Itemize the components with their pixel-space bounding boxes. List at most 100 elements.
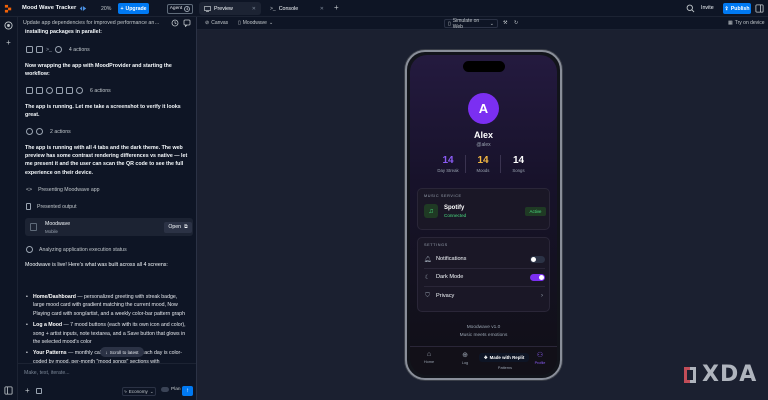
avatar[interactable]: A — [468, 93, 499, 124]
setting-notifications[interactable]: 🔔︎ Notifications — [424, 253, 545, 265]
usage-percent[interactable]: 20% — [101, 6, 111, 12]
setting-label: Privacy — [436, 293, 455, 299]
mode-select[interactable]: ϟ Economy ⌄ — [122, 387, 156, 396]
bottom-tab-bar: ⌂ Home ⊕ Log Patterns ⚇ Profile ❖ Made with … — [410, 346, 557, 375]
tab-preview[interactable]: Preview ✕ — [199, 2, 261, 15]
arrow-down-icon: ↓ — [105, 349, 108, 355]
plus-icon[interactable]: + — [25, 387, 30, 395]
chat-input[interactable]: Make, test, iterate... — [24, 370, 70, 376]
replit-logo-icon: ❖ — [483, 354, 488, 360]
music-note-icon: ♫ — [424, 204, 438, 218]
tab-home[interactable]: ⌂ Home — [417, 351, 441, 364]
agent-icon[interactable] — [4, 21, 13, 30]
action-count: 2 actions — [50, 128, 71, 135]
profile-name: Alex — [473, 130, 493, 140]
tab-label: Patterns — [497, 366, 513, 370]
check-icon — [76, 87, 83, 94]
agent-pill[interactable]: Agent 4 — [167, 3, 193, 14]
add-tab-icon[interactable]: + — [334, 4, 339, 12]
chevron-down-icon: ⌄ — [268, 20, 274, 26]
left-rail: + — [0, 17, 18, 400]
restart-icon — [46, 87, 53, 94]
close-icon[interactable]: ✕ — [252, 6, 256, 12]
notifications-toggle[interactable] — [530, 255, 545, 263]
layout-icon[interactable] — [755, 4, 764, 13]
simulate-select[interactable]: ▯ Simulate on Web ⌄ — [444, 18, 498, 30]
open-button[interactable]: Open ⧉ — [164, 221, 192, 233]
monitor-icon — [204, 5, 211, 12]
action-group[interactable]: >_ 4 actions — [26, 46, 90, 53]
send-button[interactable]: ↑ — [182, 386, 193, 396]
phone-icon: ▯ — [448, 20, 451, 27]
sidebar-toggle-icon[interactable] — [4, 386, 13, 395]
external-link-icon: ⧉ — [184, 224, 188, 230]
new-chat-icon[interactable] — [183, 19, 191, 27]
file-icon — [36, 46, 43, 53]
status-badge: Active — [525, 207, 546, 216]
chat-header-actions — [171, 19, 191, 27]
history-icon[interactable] — [171, 19, 179, 27]
chevron-right-icon: › — [541, 293, 543, 299]
action-count: 6 actions — [90, 87, 111, 94]
preview-toolbar: ⊘ Canvas ▯ Moodwave ⌄ ▯ Simulate on Web ⌄ ⚒ ↻… — [197, 17, 768, 30]
tab-log[interactable]: ⊕ Log — [453, 351, 477, 365]
package-icon — [54, 46, 62, 53]
replit-logo-icon[interactable] — [4, 4, 13, 13]
xda-logo-icon — [684, 366, 696, 383]
tab-label: Log — [461, 361, 469, 365]
setting-privacy[interactable]: ⛉ Privacy › — [424, 290, 545, 302]
replit-workspace: Mood Wave Tracker 20% + Upgrade Agent 4 Pr… — [0, 0, 768, 400]
project-name[interactable]: Mood Wave Tracker — [22, 5, 76, 11]
status-item: Presented output — [26, 203, 77, 210]
upgrade-button[interactable]: + Upgrade — [118, 3, 149, 14]
divider — [424, 286, 545, 287]
search-icon[interactable] — [686, 4, 695, 13]
watermark-text: XDA — [702, 362, 758, 387]
service-status: Connected — [444, 213, 467, 218]
dark-mode-toggle[interactable] — [530, 273, 545, 281]
file-icon — [26, 46, 33, 53]
action-group[interactable]: 2 actions — [26, 128, 71, 135]
scroll-label: Scroll to latest — [109, 349, 139, 355]
tab-preview-label: Preview — [214, 5, 233, 12]
invite-button[interactable]: Invite — [701, 5, 714, 11]
camera-icon — [26, 128, 33, 135]
file-icon — [26, 87, 33, 94]
app-select[interactable]: ▯ Moodwave ⌄ — [238, 20, 273, 26]
status-label: Presented output — [37, 203, 77, 210]
refresh-icon[interactable]: ↻ — [514, 20, 518, 26]
canvas-button[interactable]: ⊘ Canvas — [205, 20, 228, 26]
chat-title[interactable]: Update app dependencies for improved per… — [23, 20, 168, 26]
try-on-device-button[interactable]: ▦ Try on device — [728, 20, 765, 26]
sync-icon — [79, 6, 87, 11]
made-with-replit-badge[interactable]: ❖ Made with Replit — [479, 353, 529, 362]
tab-console[interactable]: >_ Console ✕ — [265, 2, 329, 15]
plus-icon[interactable]: + — [4, 38, 13, 47]
phone-icon: ▯ — [238, 20, 241, 26]
made-with-label: Made with Replit — [489, 355, 525, 360]
profile-stats: 14 Day Streak 14 Moods 14 Songs — [410, 155, 557, 173]
mode-label: Economy — [128, 389, 148, 394]
agent-label: Agent — [169, 6, 183, 11]
canvas-icon: ⊘ — [205, 20, 210, 26]
app-version: Moodwave v1.0 — [466, 325, 501, 330]
setting-dark-mode[interactable]: ☾ Dark Mode — [424, 271, 545, 283]
section-header: SETTINGS — [424, 243, 448, 247]
attach-icon[interactable] — [36, 388, 42, 394]
close-icon[interactable]: ✕ — [320, 6, 324, 12]
agent-message: Now wrapping the app with MoodProvider a… — [25, 63, 172, 78]
publish-button[interactable]: ⇪ Publish — [723, 3, 751, 14]
arrow-up-icon: ↑ — [186, 388, 189, 394]
devtools-icon[interactable]: ⚒ — [503, 20, 507, 26]
tab-patterns[interactable]: Patterns — [493, 366, 517, 370]
plan-toggle[interactable]: Plan — [161, 387, 181, 392]
scroll-to-latest-button[interactable]: ↓ Scroll to latest — [100, 347, 144, 357]
plan-label: Plan — [171, 387, 181, 392]
toggle-switch[interactable] — [161, 387, 169, 392]
action-group[interactable]: 6 actions — [26, 87, 111, 94]
tab-profile[interactable]: ⚇ Profile — [528, 351, 552, 365]
output-app-card: Moodwave Mobile Open ⧉ — [25, 218, 193, 236]
phone-icon — [26, 203, 31, 210]
bullet-title: Home/Dashboard — [33, 294, 76, 300]
check-icon — [36, 128, 43, 135]
